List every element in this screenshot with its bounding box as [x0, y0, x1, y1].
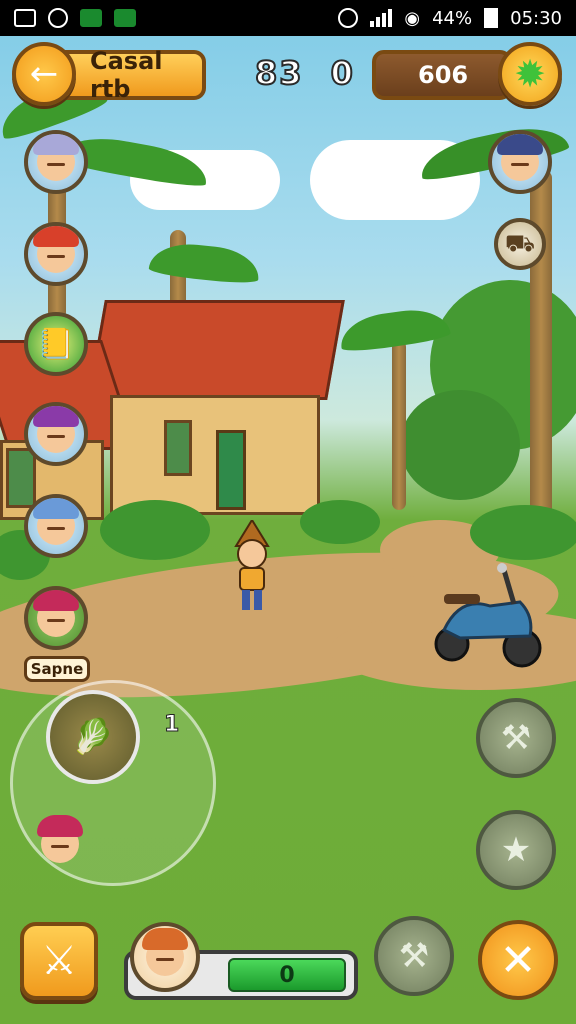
- battery-icon: [484, 8, 499, 28]
- star-icon: ★: [500, 830, 532, 870]
- villager-avatar-5[interactable]: [24, 586, 88, 650]
- house-door: [216, 430, 246, 510]
- house-window: [6, 448, 36, 508]
- quest-book-icon: 📒: [37, 326, 75, 362]
- villager-avatar-2[interactable]: [24, 222, 88, 286]
- star-gem-icon: ✹: [514, 52, 546, 96]
- status-right-icons: ◉ 44% 05:30: [338, 8, 562, 29]
- hp-label: 0: [279, 962, 295, 988]
- cart-icon: ⛟: [504, 228, 536, 257]
- build-button[interactable]: ⚒: [374, 916, 454, 996]
- scooter[interactable]: [430, 556, 550, 668]
- joystick-count: 1: [163, 712, 180, 738]
- location-title-text: Casal rtb: [90, 47, 163, 103]
- companion-avatar[interactable]: [30, 814, 90, 874]
- build-icon: ⚒: [398, 936, 430, 976]
- background-tree: [400, 390, 520, 500]
- villager-name-tag: Sapne: [24, 656, 90, 682]
- house-wall: [110, 395, 320, 515]
- score-right: 0: [330, 53, 355, 93]
- quest-book-button[interactable]: 📒: [24, 312, 88, 376]
- alarm-icon: [48, 8, 68, 28]
- palm-trunk: [392, 340, 406, 510]
- signal-icon: [370, 9, 393, 27]
- status-left-icons: [14, 8, 136, 28]
- player-portrait[interactable]: [130, 922, 200, 992]
- game-scene[interactable]: ◉ 44% 05:30 Casal rtb ← 83 0 606 ✹ 📒 Sap…: [0, 0, 576, 1024]
- villager-avatar-4[interactable]: [24, 494, 88, 558]
- house-roof: [87, 300, 345, 400]
- back-button[interactable]: ←: [12, 42, 76, 106]
- map-icon: ⚒: [500, 718, 532, 758]
- joystick-knob[interactable]: 🥬: [46, 690, 140, 784]
- app-icon-green: [80, 9, 102, 27]
- house-window: [164, 420, 192, 476]
- villager-avatar-3[interactable]: [24, 402, 88, 466]
- bush: [300, 500, 380, 544]
- bush: [100, 500, 210, 560]
- coin-counter: 606: [372, 50, 512, 100]
- hp-bar-fill: 0: [228, 958, 346, 992]
- alarm-clock-icon: [338, 8, 359, 28]
- coin-count: 606: [418, 61, 469, 89]
- close-icon: ✕: [499, 934, 537, 986]
- clock-time: 05:30: [510, 7, 562, 29]
- wifi-icon: ◉: [404, 7, 421, 29]
- score-left: 83: [254, 53, 304, 93]
- bush: [470, 505, 576, 560]
- villager-name-text: Sapne: [30, 660, 84, 678]
- shop-button[interactable]: ✹: [498, 42, 562, 106]
- cart-button[interactable]: ⛟: [494, 218, 546, 270]
- map-action-button[interactable]: ⚒: [476, 698, 556, 778]
- sword-icon: ⚔: [41, 938, 77, 984]
- player-character[interactable]: [228, 520, 276, 616]
- villager-avatar-top-right[interactable]: [488, 130, 552, 194]
- battery-percent: 44%: [432, 7, 473, 29]
- joystick-item-icon: 🥬: [71, 717, 115, 757]
- status-bar: ◉ 44% 05:30: [0, 0, 576, 36]
- gallery-icon: [14, 9, 36, 27]
- star-action-button[interactable]: ★: [476, 810, 556, 890]
- arrow-left-icon: ←: [29, 54, 59, 94]
- score-display: 83 0: [254, 53, 369, 93]
- palm-frond: [148, 240, 262, 286]
- villager-avatar-1[interactable]: [24, 130, 88, 194]
- app-icon-green-2: [114, 9, 136, 27]
- sword-button[interactable]: ⚔: [20, 922, 98, 1000]
- close-button[interactable]: ✕: [478, 920, 558, 1000]
